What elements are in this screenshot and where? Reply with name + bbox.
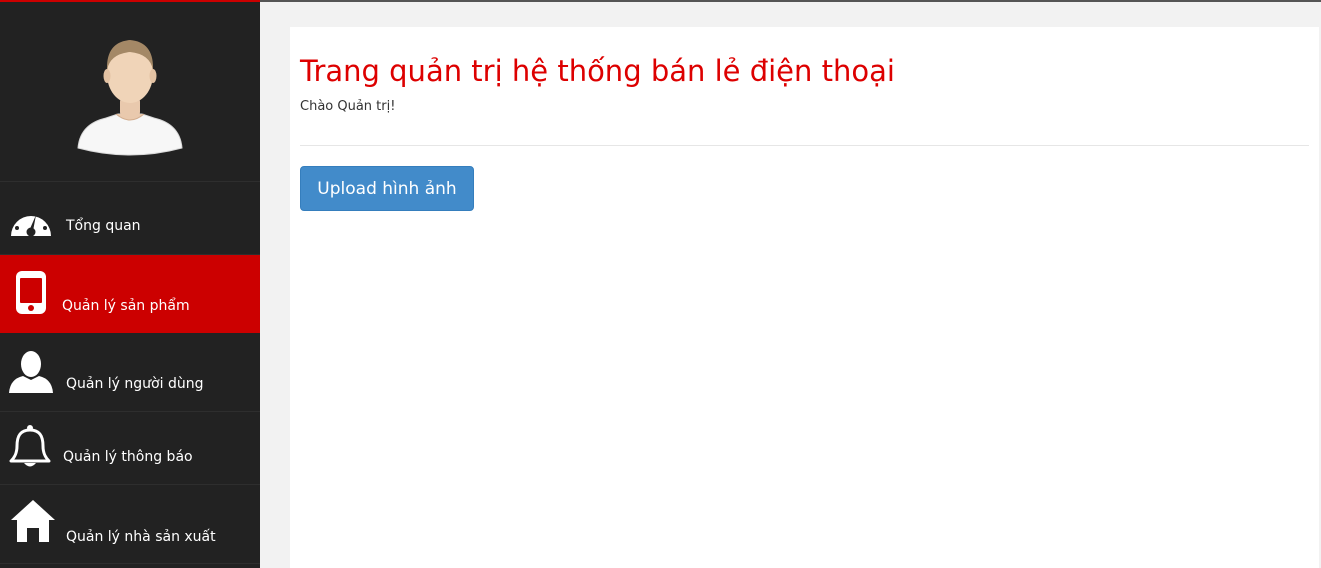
- sidebar-item-label: Quản lý nhà sản xuất: [66, 529, 216, 545]
- home-icon: [11, 500, 55, 542]
- avatar-section: [0, 2, 260, 182]
- sidebar-item-label: Quản lý sản phẩm: [62, 298, 190, 314]
- sidebar-item-overview[interactable]: Tổng quan: [0, 182, 260, 255]
- sidebar-item-label: Quản lý thông báo: [63, 449, 193, 465]
- sidebar-item-notifications[interactable]: Quản lý thông báo: [0, 412, 260, 485]
- upload-image-button[interactable]: Upload hình ảnh: [300, 166, 474, 211]
- mobile-phone-icon: [16, 271, 46, 314]
- sidebar-item-users[interactable]: Quản lý người dùng: [0, 333, 260, 412]
- sidebar: Tổng quan Quản lý sản phẩm Quản lý người…: [0, 0, 260, 568]
- sidebar-item-manufacturers[interactable]: Quản lý nhà sản xuất: [0, 485, 260, 564]
- user-icon: [9, 351, 53, 393]
- greeting-text: Chào Quản trị!: [300, 99, 396, 114]
- dashboard-gauge-icon: [11, 209, 51, 237]
- sidebar-item-products[interactable]: Quản lý sản phẩm: [0, 255, 260, 333]
- avatar: [77, 40, 183, 156]
- top-border: [260, 0, 1321, 2]
- sidebar-item-label: Tổng quan: [66, 218, 141, 234]
- sidebar-item-label: Quản lý người dùng: [66, 376, 204, 392]
- page-title: Trang quản trị hệ thống bán lẻ điện thoạ…: [300, 54, 895, 88]
- divider: [300, 145, 1309, 146]
- main-panel: Trang quản trị hệ thống bán lẻ điện thoạ…: [290, 27, 1319, 568]
- bell-icon: [9, 425, 51, 467]
